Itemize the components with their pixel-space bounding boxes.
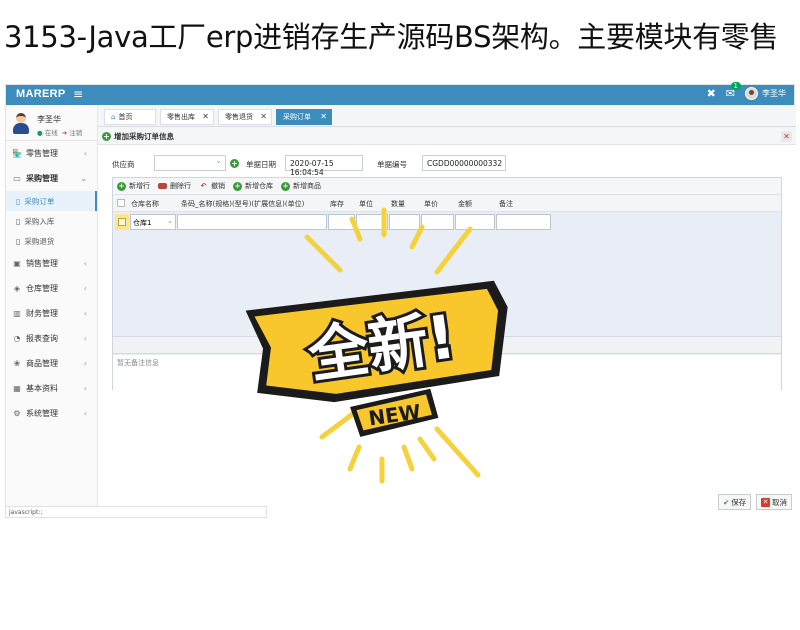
grid-toolbar: + 新增行 删除行 ↶ 撤销 + 新增仓库 + 新增商品 bbox=[113, 178, 781, 195]
add-icon: + bbox=[281, 181, 290, 191]
date-field[interactable]: 2020-07-15 16:04:54 bbox=[285, 155, 363, 177]
add-icon: + bbox=[117, 181, 126, 191]
check-icon: ✔ bbox=[723, 497, 730, 507]
top-navbar: MARERP ≡ ✖ ✉ 1 李圣华 bbox=[6, 82, 794, 105]
sidebar-subitem-purchase-in[interactable]: ▯ 采购入库 bbox=[6, 211, 97, 231]
select-all-checkbox[interactable] bbox=[117, 199, 125, 207]
close-icon[interactable]: ✕ bbox=[260, 112, 267, 121]
chevron-down-icon: ⌄ bbox=[215, 156, 222, 165]
tab-retail-out[interactable]: 零售出库 ✕ bbox=[160, 109, 214, 125]
user-name: 李圣华 bbox=[37, 115, 61, 124]
page-heading: 3153-Java工厂erp进销存生产源码BS架构。主要模块有零售 bbox=[4, 20, 779, 54]
panel-header: + 增加采购订单信息 ✕ bbox=[98, 129, 796, 145]
delete-icon bbox=[158, 183, 167, 189]
chevron-left-icon: ‹ bbox=[83, 409, 87, 418]
close-icon[interactable]: ✕ bbox=[781, 131, 792, 142]
delete-row-button[interactable]: 删除行 bbox=[158, 181, 191, 191]
sidebar-item-warehouse[interactable]: ◈ 仓库管理 ‹ bbox=[6, 276, 97, 301]
date-label: 单据日期 bbox=[246, 160, 276, 169]
number-label: 单据编号 bbox=[377, 160, 407, 169]
user-menu[interactable]: 李圣华 bbox=[745, 87, 786, 100]
undo-button[interactable]: ↶ 撤销 bbox=[199, 181, 225, 191]
goods-icon: ❀ bbox=[13, 359, 21, 368]
file-icon: ▯ bbox=[16, 236, 21, 246]
avatar bbox=[12, 113, 30, 135]
sidebar-item-basic-data[interactable]: ▦ 基本资料 ‹ bbox=[6, 376, 97, 401]
fullscreen-icon[interactable]: ✖ bbox=[707, 87, 716, 100]
browser-status-bar: javascript:; bbox=[5, 506, 267, 518]
shop-icon: 🏪 bbox=[12, 149, 22, 158]
sidebar-item-retail[interactable]: 🏪 零售管理 ‹ bbox=[6, 141, 97, 166]
top-right-tools: ✖ ✉ 1 李圣华 bbox=[707, 82, 786, 100]
monitor-icon: ▭ bbox=[13, 174, 21, 183]
undo-icon: ↶ bbox=[200, 181, 207, 190]
sidebar-item-sales[interactable]: ▣ 销售管理 ‹ bbox=[6, 251, 97, 276]
chevron-left-icon: ‹ bbox=[83, 359, 87, 368]
chevron-left-icon: ‹ bbox=[83, 259, 87, 268]
notification-badge: 1 bbox=[730, 82, 741, 90]
chevron-left-icon: ‹ bbox=[83, 334, 87, 343]
add-supplier-icon[interactable]: + bbox=[230, 159, 239, 168]
tab-home[interactable]: ⌂ 首页 bbox=[104, 109, 156, 125]
warehouse-select[interactable]: 仓库1 ⌄ bbox=[130, 214, 176, 230]
report-icon: ◔ bbox=[13, 334, 21, 343]
user-name-top: 李圣华 bbox=[762, 89, 786, 98]
user-panel: 李圣华 ● 在线 ➜ 注销 bbox=[6, 105, 97, 141]
add-icon: + bbox=[102, 132, 111, 141]
file-icon: ▯ bbox=[16, 196, 21, 206]
tab-purchase-order[interactable]: 采购订单 ✕ bbox=[276, 109, 332, 125]
chevron-left-icon: ‹ bbox=[83, 149, 87, 158]
supplier-select[interactable]: ⌄ bbox=[154, 155, 226, 171]
supplier-label: 供应商 bbox=[112, 160, 135, 169]
chevron-left-icon: ‹ bbox=[83, 309, 87, 318]
sidebar-item-system[interactable]: ⚙ 系统管理 ‹ bbox=[6, 401, 97, 426]
sidebar-subitem-purchase-return[interactable]: ▯ 采购退货 bbox=[6, 231, 97, 251]
panel-title: 增加采购订单信息 bbox=[114, 132, 174, 141]
chevron-left-icon: ‹ bbox=[83, 284, 87, 293]
sidebar-item-purchase[interactable]: ▭ 采购管理 ⌄ bbox=[6, 166, 97, 191]
add-goods-button[interactable]: + 新增商品 bbox=[281, 181, 321, 191]
add-warehouse-button[interactable]: + 新增仓库 bbox=[233, 181, 273, 191]
warehouse-icon: ◈ bbox=[13, 284, 21, 293]
home-icon: ⌂ bbox=[111, 113, 116, 121]
logout-link[interactable]: ➜ 注销 bbox=[62, 127, 83, 137]
chevron-left-icon: ‹ bbox=[83, 384, 87, 393]
chevron-down-icon: ⌄ bbox=[167, 217, 173, 225]
file-icon: ▯ bbox=[16, 216, 21, 226]
avatar bbox=[745, 87, 758, 100]
cancel-button[interactable]: ✕ 取消 bbox=[756, 494, 792, 510]
row-checkbox[interactable] bbox=[115, 214, 129, 230]
close-icon[interactable]: ✕ bbox=[320, 112, 327, 121]
sidebar-subitem-purchase-order[interactable]: ▯ 采购订单 bbox=[6, 191, 97, 211]
online-status: ● 在线 bbox=[37, 129, 58, 137]
order-number-field[interactable]: CGDD00000000332 bbox=[422, 155, 506, 171]
close-icon[interactable]: ✕ bbox=[202, 112, 209, 121]
sidebar-item-goods[interactable]: ❀ 商品管理 ‹ bbox=[6, 351, 97, 376]
tab-retail-return[interactable]: 零售退货 ✕ bbox=[218, 109, 272, 125]
close-icon: ✕ bbox=[761, 497, 770, 507]
settings-icon: ⚙ bbox=[13, 409, 21, 418]
message-icon[interactable]: ✉ 1 bbox=[726, 82, 741, 100]
sales-icon: ▣ bbox=[13, 259, 21, 268]
order-form: 供应商 ⌄ + 单据日期 2020-07-15 16:04:54 单据编号 CG… bbox=[112, 155, 792, 177]
column-header[interactable]: 仓库名称 bbox=[131, 199, 159, 209]
chevron-down-icon: ⌄ bbox=[80, 174, 87, 183]
save-button[interactable]: ✔ 保存 bbox=[718, 494, 752, 510]
sidebar-item-finance[interactable]: ▥ 财务管理 ‹ bbox=[6, 301, 97, 326]
sidebar: 李圣华 ● 在线 ➜ 注销 🏪 零售管理 ‹ ▭ 采购管理 ⌄ ▯ 采购订单 ▯ 采购入库 … bbox=[6, 105, 98, 518]
new-sticker: 全新! NEW bbox=[232, 207, 532, 517]
brand-logo[interactable]: MARERP bbox=[16, 88, 65, 100]
add-icon: + bbox=[233, 181, 242, 191]
sidebar-item-reports[interactable]: ◔ 报表查询 ‹ bbox=[6, 326, 97, 351]
tab-bar: ⌂ 首页 零售出库 ✕ 零售退货 ✕ 采购订单 ✕ bbox=[98, 105, 796, 127]
hamburger-icon[interactable]: ≡ bbox=[73, 87, 83, 101]
add-row-button[interactable]: + 新增行 bbox=[117, 181, 150, 191]
finance-icon: ▥ bbox=[13, 309, 21, 318]
grid-icon: ▦ bbox=[13, 384, 21, 393]
